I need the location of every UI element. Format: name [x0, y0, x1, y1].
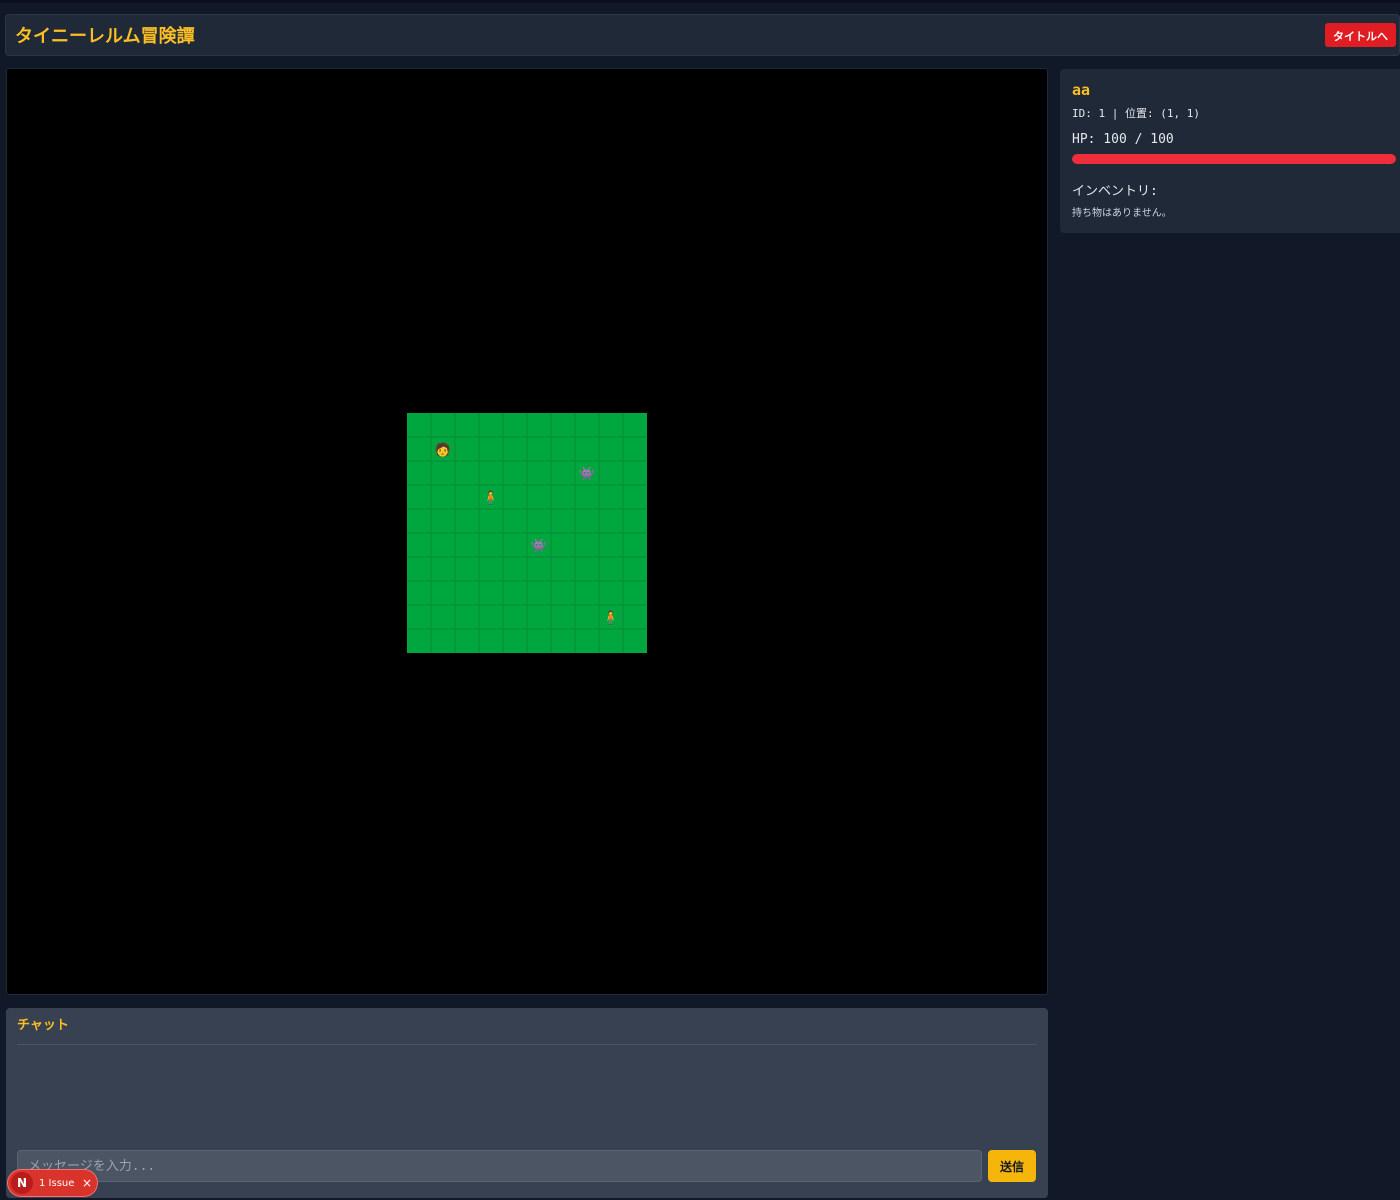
player-info: ID: 1 | 位置: (1, 1)	[1072, 107, 1200, 120]
inventory-empty-text: 持ち物はありません。	[1072, 208, 1172, 219]
hp-text: HP: 100 / 100	[1072, 132, 1174, 147]
player-status-panel: aa ID: 1 | 位置: (1, 1) HP: 100 / 100 インベン…	[1060, 69, 1400, 233]
chat-title: チャット	[17, 1008, 1037, 1045]
chat-panel: チャット 送信	[6, 1008, 1048, 1198]
send-button[interactable]: 送信	[988, 1150, 1036, 1182]
top-strip	[0, 0, 1400, 3]
hp-bar	[1072, 154, 1396, 164]
map-svg[interactable]: 🧑 👾 🧍 👾 🧍	[407, 413, 647, 653]
tile-map[interactable]: 🧑 👾 🧍 👾 🧍	[407, 413, 647, 653]
inventory-label: インベントリ:	[1072, 184, 1158, 199]
space-invader-icon[interactable]: 👾	[531, 539, 547, 554]
standing-person-icon[interactable]: 🧍	[483, 490, 499, 506]
back-to-title-button[interactable]: タイトルへ	[1325, 23, 1396, 47]
person-face-icon[interactable]: 🧑	[435, 441, 451, 458]
player-name: aa	[1072, 81, 1091, 99]
next-logo-icon: N	[11, 1172, 33, 1194]
app-header: タイニーレルム冒険譚 タイトルへ	[5, 14, 1400, 56]
game-title: タイニーレルム冒険譚	[15, 26, 195, 47]
game-viewport[interactable]: 🧑 👾 🧍 👾 🧍	[6, 68, 1048, 995]
hp-bar-fill	[1072, 154, 1396, 164]
issues-count[interactable]: 1 Issue	[39, 1178, 74, 1189]
space-invader-icon[interactable]: 👾	[579, 467, 595, 482]
close-icon[interactable]: ×	[82, 1176, 92, 1190]
chat-log[interactable]	[17, 1045, 1037, 1150]
standing-person-icon[interactable]: 🧍	[603, 610, 619, 626]
chat-input[interactable]	[17, 1150, 982, 1182]
issues-badge[interactable]: N 1 Issue ×	[8, 1170, 97, 1196]
chat-input-row: 送信	[17, 1150, 1037, 1182]
